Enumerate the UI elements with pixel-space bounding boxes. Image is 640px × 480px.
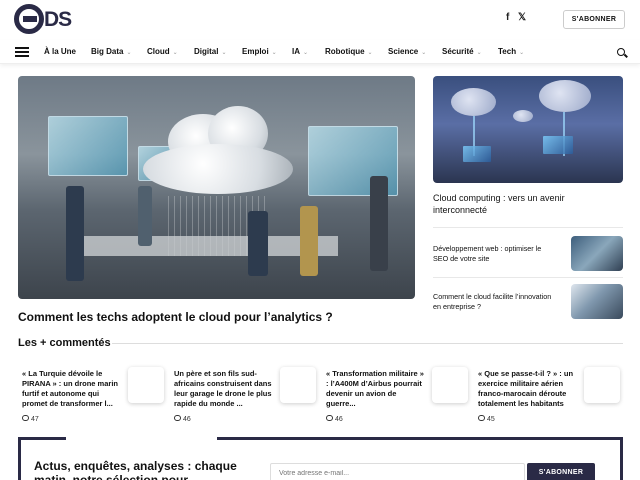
nav-item-tech[interactable]: Tech ⌄ [498, 47, 524, 56]
comment-count[interactable]: 46 [174, 415, 191, 423]
comment-count[interactable]: 45 [478, 415, 495, 423]
chevron-down-icon: ⌄ [476, 50, 482, 56]
comment-icon [22, 415, 29, 422]
comment-count-value: 45 [487, 416, 495, 423]
chevron-down-icon: ⌄ [303, 50, 309, 56]
chevron-down-icon: ⌄ [271, 50, 277, 56]
email-field[interactable] [270, 463, 525, 480]
comment-count[interactable]: 47 [22, 415, 39, 423]
nav-item-label: À la Une [44, 47, 77, 56]
side-main-image[interactable] [433, 76, 623, 183]
comment-count-value: 47 [31, 416, 39, 423]
chevron-down-icon: ⌄ [126, 50, 132, 56]
nav-item-label: Big Data [91, 47, 124, 56]
section-divider [112, 343, 623, 344]
comment-icon [478, 415, 485, 422]
most-commented-title[interactable]: « Transformation militaire » : l’A400M d… [326, 369, 428, 409]
divider [433, 227, 623, 228]
most-commented-title[interactable]: Un père et son fils sud-africains constr… [174, 369, 276, 409]
side-item-title[interactable]: Développement web : optimiser le SEO de … [433, 244, 558, 264]
logo-e-bar [23, 16, 37, 22]
nav-item-a-la-une[interactable]: À la Une [44, 47, 76, 56]
person-figure [138, 186, 152, 246]
comment-count-value: 46 [335, 416, 343, 423]
person-figure [370, 176, 388, 271]
nav-item-label: Tech [498, 47, 517, 56]
nav-item-cloud[interactable]: Cloud ⌄ [147, 47, 178, 56]
site-logo[interactable]: DS [14, 4, 78, 34]
chevron-down-icon: ⌄ [172, 50, 178, 56]
nav-item-digital[interactable]: Digital ⌄ [194, 47, 226, 56]
person-figure [300, 206, 318, 276]
comment-count[interactable]: 46 [326, 415, 343, 423]
divider [433, 277, 623, 278]
nav-item-label: Emploi [242, 47, 269, 56]
menu-icon[interactable] [15, 47, 29, 57]
comment-count-value: 46 [183, 416, 191, 423]
chevron-down-icon: ⌄ [421, 50, 427, 56]
hologram-screen [463, 146, 491, 162]
nav-item-label: Digital [194, 47, 219, 56]
most-commented-thumbnail[interactable] [128, 367, 164, 403]
nav-item-label: Robotique [325, 47, 365, 56]
newsletter-subscribe-button[interactable]: S'ABONNER [527, 463, 595, 480]
section-title: Les + commentés [18, 337, 111, 349]
logo-text: DS [44, 8, 72, 31]
nav-item-securite[interactable]: Sécurité ⌄ [442, 47, 482, 56]
search-icon[interactable] [617, 48, 625, 56]
chevron-down-icon: ⌄ [367, 50, 373, 56]
hologram-screen [48, 116, 128, 176]
comment-icon [326, 415, 333, 422]
most-commented-title[interactable]: « Que se passe-t-il ? » : un exercice mi… [478, 369, 580, 409]
facebook-icon[interactable]: f [506, 12, 509, 23]
cloud-shape [513, 110, 533, 122]
person-figure [248, 211, 268, 276]
cloud-shape [143, 144, 293, 194]
most-commented-title[interactable]: « La Turquie dévoile le PIRANA » : un dr… [22, 369, 124, 409]
nav-item-science[interactable]: Science ⌄ [388, 47, 426, 56]
top-bar: DS f 𝕏 S'ABONNER [0, 0, 640, 38]
nav-item-ia[interactable]: IA ⌄ [292, 47, 308, 56]
hero-image[interactable] [18, 76, 415, 299]
hero-title[interactable]: Comment les techs adoptent le cloud pour… [18, 310, 333, 324]
chevron-down-icon: ⌄ [221, 50, 227, 56]
nav-item-label: IA [292, 47, 300, 56]
x-icon[interactable]: 𝕏 [518, 12, 526, 23]
cloud-shape [451, 88, 496, 116]
nav-item-robotique[interactable]: Robotique ⌄ [325, 47, 373, 56]
main-nav: À la Une Big Data ⌄ Cloud ⌄ Digital ⌄ Emplo… [0, 40, 640, 64]
nav-item-label: Sécurité [442, 47, 474, 56]
nav-item-label: Cloud [147, 47, 170, 56]
chevron-down-icon: ⌄ [519, 50, 525, 56]
nav-item-big-data[interactable]: Big Data ⌄ [91, 47, 131, 56]
newsletter-border-gap [66, 434, 217, 440]
side-item-thumbnail[interactable] [571, 284, 623, 319]
side-item-thumbnail[interactable] [571, 236, 623, 271]
newsletter-title: Actus, enquêtes, analyses : chaque matin… [34, 459, 237, 480]
subscribe-button[interactable]: S'ABONNER [563, 10, 625, 29]
cloud-shape [539, 80, 591, 112]
most-commented-thumbnail[interactable] [280, 367, 316, 403]
most-commented-thumbnail[interactable] [432, 367, 468, 403]
nav-item-emploi[interactable]: Emploi ⌄ [242, 47, 277, 56]
person-figure [66, 186, 84, 281]
hologram-screen [543, 136, 573, 154]
most-commented-thumbnail[interactable] [584, 367, 620, 403]
side-main-title[interactable]: Cloud computing : vers un avenir interco… [433, 192, 603, 216]
desk [78, 236, 338, 256]
nav-item-label: Science [388, 47, 419, 56]
comment-icon [174, 415, 181, 422]
side-item-title[interactable]: Comment le cloud facilite l’innovation e… [433, 292, 558, 312]
